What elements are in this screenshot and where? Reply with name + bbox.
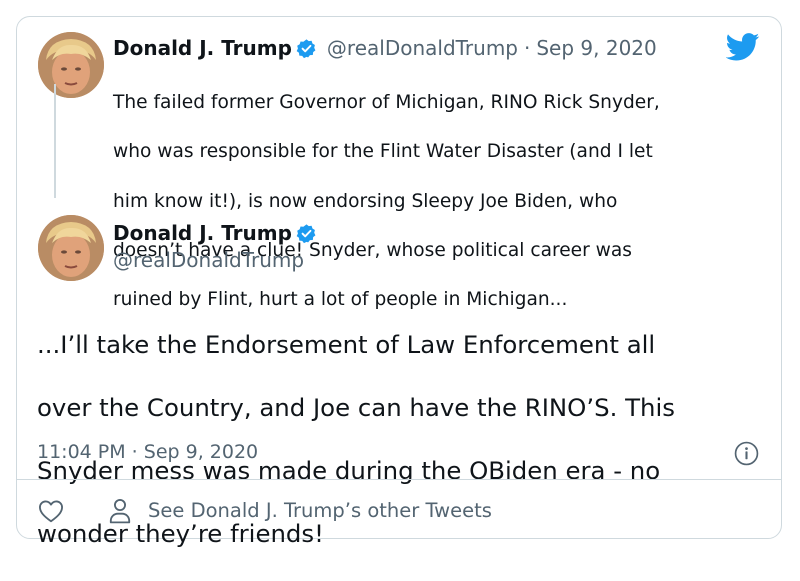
main-handle[interactable]: @realDonaldTrump [113,248,304,272]
main-tweet-avatar[interactable] [38,215,104,281]
main-text-line: ...I’ll take the Endorsement of Law Enfo… [37,329,656,359]
info-icon[interactable] [734,441,759,466]
parent-tweet-avatar[interactable] [38,32,104,98]
parent-display-name[interactable]: Donald J. Trump [113,36,292,60]
verified-badge-icon [296,223,316,243]
thread-connector-line [54,84,56,198]
heart-icon[interactable] [38,499,64,523]
main-tweet-text: ...I’ll take the Endorsement of Law Enfo… [37,297,757,581]
parent-tweet-header: Donald J. Trump @realDonaldTrump · Sep 9… [113,36,657,60]
parent-date-link[interactable]: Sep 9, 2020 [536,36,656,60]
verified-badge-icon [296,38,316,58]
main-display-name[interactable]: Donald J. Trump [113,221,292,245]
twitter-bird-icon[interactable] [726,33,760,61]
parent-text-line: The failed former Governor of Michigan, … [113,91,660,113]
main-text-line: wonder they’re friends! [37,519,324,549]
see-other-tweets-link[interactable]: See Donald J. Trump’s other Tweets [148,499,492,522]
footer-divider [17,479,781,480]
header-separator: · [524,36,531,60]
parent-text-line: him know it!), is now endorsing Sleepy J… [113,190,618,212]
person-icon [109,499,131,524]
main-text-line: over the Country, and Joe can have the R… [37,392,675,422]
tweet-timestamp-link[interactable]: 11:04 PM · Sep 9, 2020 [37,441,258,463]
parent-handle[interactable]: @realDonaldTrump [327,36,518,60]
parent-text-line: who was responsible for the Flint Water … [113,141,653,163]
main-tweet-header: Donald J. Trump [113,221,317,245]
